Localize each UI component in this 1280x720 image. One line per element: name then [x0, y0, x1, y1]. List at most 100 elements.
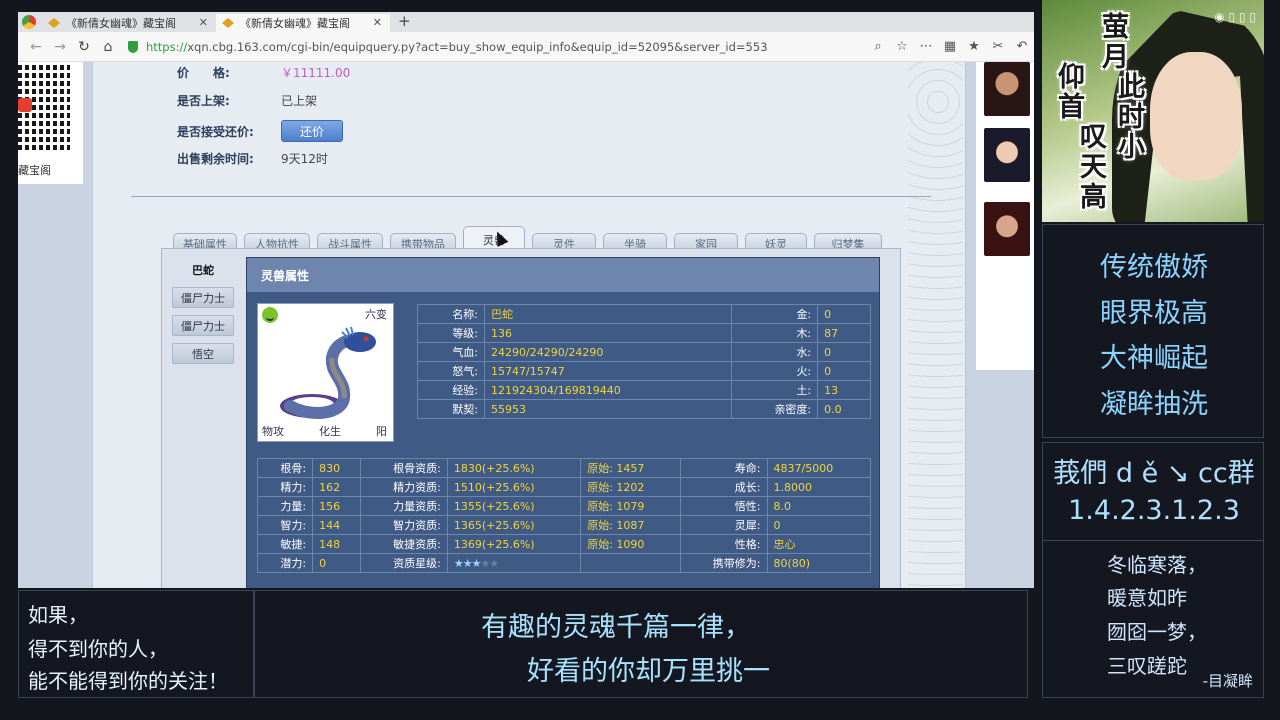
pet-attributes-title: 灵兽属性	[247, 258, 879, 292]
pet-area: 巴蛇 僵尸力士 僵尸力士 悟空 灵兽属性 六变 物攻 化生 阳 名称: 巴蛇 金…	[161, 248, 901, 588]
stat-value: 0	[817, 361, 871, 381]
reload-icon[interactable]: ↻	[72, 39, 96, 55]
browser-tab-label: 《新倩女幽魂》藏宝阁	[66, 17, 176, 30]
pet-list-item[interactable]: 巴蛇	[172, 259, 234, 280]
stat-value: 原始: 1090	[580, 534, 682, 554]
url-field[interactable]: https:// xqn.cbg.163.com/cgi-bin/equipqu…	[128, 40, 866, 54]
table-row: 名称: 巴蛇 金: 0	[416, 304, 871, 324]
home-icon[interactable]: ⌂	[96, 39, 120, 55]
browser-tab-1[interactable]: 《新倩女幽魂》藏宝阁 ✕	[42, 14, 216, 32]
avatar[interactable]	[984, 62, 1030, 116]
stat-value: 55953	[484, 399, 733, 419]
stat-label: 土:	[731, 380, 819, 400]
tag-line: 眼界极高	[1100, 298, 1208, 329]
streamer-tags-box: 传统傲娇 眼界极高 大神崛起 凝眸抽洗	[1042, 224, 1264, 438]
table-row: 智力: 144 智力资质: 1365(+25.6%) 原始: 1087 灵犀: 0	[256, 515, 872, 535]
qr-panel: 藏宝阁	[18, 62, 83, 184]
counter-offer-button[interactable]: 还价	[281, 120, 343, 142]
poster-title-char: 天	[1080, 152, 1107, 183]
undo-icon[interactable]: ↶	[1010, 39, 1034, 54]
price-value: ￥11111.00	[281, 66, 351, 80]
remaining-time-label: 出售剩余时间:	[177, 152, 254, 166]
remaining-time-value: 9天12时	[281, 152, 328, 166]
price-row: 价 格: ￥11111.00	[177, 64, 350, 81]
stat-label: 敏捷资质:	[360, 534, 448, 554]
stat-value: 148	[312, 534, 362, 554]
poster-title-char: 月	[1102, 42, 1129, 73]
divider	[131, 196, 931, 197]
stat-label: 灵犀:	[680, 515, 768, 535]
poem-box: 冬临寒落， 暖意如昨 囫囵一梦， 三叹蹉跎 -目凝眸	[1042, 540, 1264, 698]
stat-value: 原始: 1202	[580, 477, 682, 497]
close-icon[interactable]: ✕	[373, 16, 382, 29]
stat-value: 巴蛇	[484, 304, 733, 324]
stat-label: 资质星级:	[360, 553, 448, 573]
stat-label: 智力:	[256, 515, 314, 535]
forward-icon[interactable]: →	[48, 39, 72, 55]
streamer-poster: 萤月此时小 仰首叹天高 ◉ ▯ ▯ ▯	[1042, 0, 1264, 222]
pet-list-item[interactable]: 僵尸力士	[172, 315, 234, 336]
pet-basic-table: 名称: 巴蛇 金: 0 等级: 136 木: 87 气血: 24290/24290/24290 水:…	[416, 304, 871, 419]
pet-attack-type: 物攻	[262, 425, 284, 438]
more-icon[interactable]: ⋯	[914, 39, 938, 54]
pet-yinyang: 阳	[376, 425, 387, 438]
stat-label: 根骨:	[256, 458, 314, 478]
url-text: xqn.cbg.163.com/cgi-bin/equipquery.py?ac…	[187, 39, 768, 54]
avatar[interactable]	[984, 128, 1030, 182]
poster-title-char: 仰	[1058, 62, 1085, 93]
favorites-icon[interactable]: ★	[962, 39, 986, 54]
group-number: 1.4.2.3.1.2.3	[1068, 495, 1240, 526]
tag-line: 凝眸抽洗	[1100, 389, 1208, 420]
stat-label: 怒气:	[416, 361, 486, 381]
stat-label: 经验:	[416, 380, 486, 400]
stat-value: 24290/24290/24290	[484, 342, 733, 362]
table-row: 敏捷: 148 敏捷资质: 1369(+25.6%) 原始: 1090 性格: 忠心	[256, 534, 872, 554]
apps-grid-icon[interactable]: ▦	[938, 39, 962, 54]
equip-detail-panel: 价 格: ￥11111.00 是否上架: 已上架 是否接受还价: 还价 出售剩余…	[92, 62, 966, 588]
poster-title-char: 小	[1118, 132, 1145, 163]
poster-title-char: 时	[1118, 102, 1145, 133]
stat-value: 忠心	[766, 534, 872, 554]
pet-attributes-box: 灵兽属性 六变 物攻 化生 阳 名称: 巴蛇 金: 0 等级: 136 木: 8…	[246, 257, 880, 588]
stat-value: 1830(+25.6%)	[446, 458, 582, 478]
table-row: 经验: 121924304/169819440 土: 13	[416, 380, 871, 400]
pet-list-item[interactable]: 僵尸力士	[172, 287, 234, 308]
stat-value: 87	[817, 323, 871, 343]
stat-label: 亲密度:	[731, 399, 819, 419]
browser-tab-label: 《新倩女幽魂》藏宝阁	[240, 17, 350, 30]
recommend-column	[976, 62, 1034, 370]
table-row: 默契: 55953 亲密度: 0.0	[416, 399, 871, 419]
browser-tab-2[interactable]: 《新倩女幽魂》藏宝阁 ✕	[216, 14, 390, 32]
subtitle-left-box: 如果， 得不到你的人， 能不能得到你的关注！	[18, 590, 254, 698]
stat-label: 气血:	[416, 342, 486, 362]
stat-label: 敏捷:	[256, 534, 314, 554]
tab-strip: 《新倩女幽魂》藏宝阁 ✕ 《新倩女幽魂》藏宝阁 ✕ +	[18, 12, 1034, 32]
new-tab-button[interactable]: +	[390, 12, 419, 32]
remaining-time-row: 出售剩余时间: 9天12时	[177, 150, 328, 167]
stat-value: 15747/15747	[484, 361, 733, 381]
tag-line: 大神崛起	[1100, 343, 1208, 374]
stat-label: 金:	[731, 304, 819, 324]
back-icon[interactable]: ←	[24, 39, 48, 55]
stat-value: 0	[817, 342, 871, 362]
stat-label: 成长:	[680, 477, 768, 497]
pet-list-item[interactable]: 悟空	[172, 343, 234, 364]
stat-label: 寿命:	[680, 458, 768, 478]
scissors-icon[interactable]: ✂	[986, 39, 1010, 54]
counter-offer-row: 是否接受还价: 还价	[177, 120, 343, 142]
url-scheme: https://	[146, 39, 188, 54]
bookmark-star-icon[interactable]: ☆	[890, 39, 914, 54]
zoom-icon[interactable]: ⌕	[866, 39, 890, 54]
counter-offer-label: 是否接受还价:	[177, 124, 254, 139]
poster-title-char: 高	[1080, 182, 1107, 213]
close-icon[interactable]: ✕	[199, 16, 208, 29]
qr-label: 藏宝阁	[18, 164, 51, 177]
stat-value: 162	[312, 477, 362, 497]
browser-window: 《新倩女幽魂》藏宝阁 ✕ 《新倩女幽魂》藏宝阁 ✕ + ← → ↻ ⌂ http…	[18, 12, 1034, 588]
stat-value: 1365(+25.6%)	[446, 515, 582, 535]
stat-label: 默契:	[416, 399, 486, 419]
avatar[interactable]	[984, 202, 1030, 256]
poster-face	[1150, 52, 1242, 180]
stat-label: 力量:	[256, 496, 314, 516]
stat-value: 156	[312, 496, 362, 516]
